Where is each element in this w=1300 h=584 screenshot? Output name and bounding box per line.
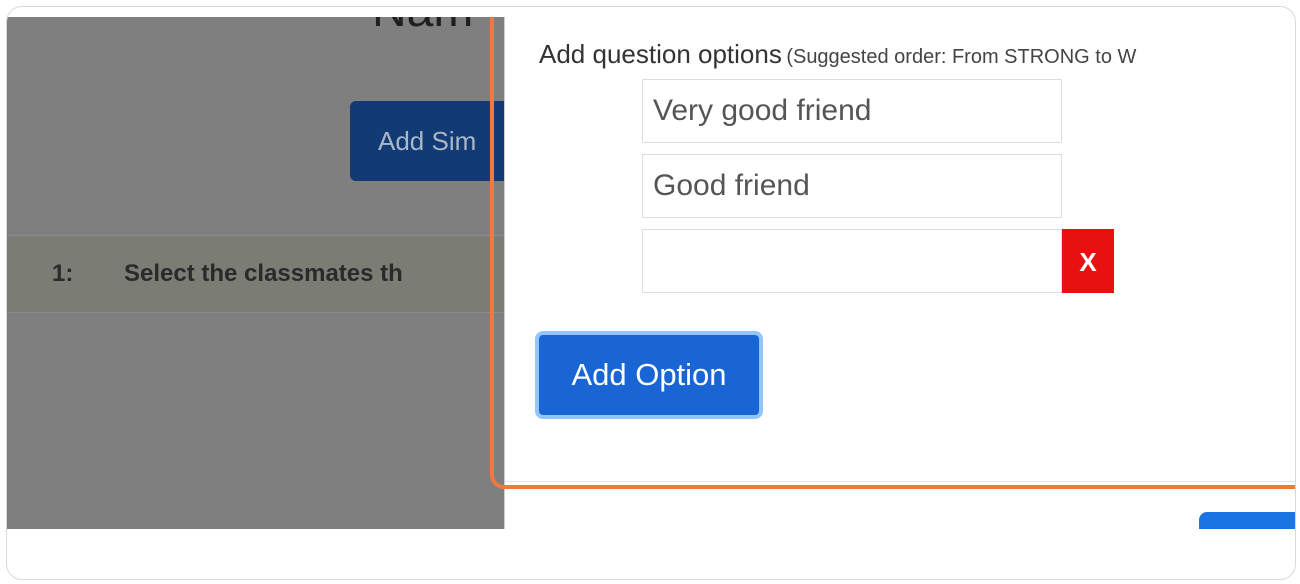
option-input-2[interactable]: [642, 154, 1062, 218]
option-input-3[interactable]: [642, 229, 1062, 293]
modal-footer-primary-button[interactable]: [1199, 512, 1295, 529]
question-number: 1:: [52, 260, 74, 287]
add-similar-button: Add Sim: [350, 101, 504, 181]
options-heading: Add question options (Suggested order: F…: [539, 39, 1136, 70]
options-heading-label: Add question options: [539, 39, 782, 69]
remove-option-button[interactable]: X: [1062, 229, 1114, 293]
browser-viewport: Nam Add Sim 1: Select the classmates th …: [7, 17, 1295, 529]
question-text: Select the classmates th: [124, 260, 403, 287]
option-input-1[interactable]: [642, 79, 1062, 143]
question-options-modal: Add question options (Suggested order: F…: [504, 17, 1295, 529]
add-option-button[interactable]: Add Option: [535, 331, 763, 419]
options-order-hint: (Suggested order: From STRONG to W: [786, 46, 1137, 68]
question-row: 1: Select the classmates th: [7, 235, 504, 313]
page-title: Nam: [372, 17, 473, 38]
dimmed-background-page: Nam Add Sim 1: Select the classmates th: [7, 17, 504, 529]
screenshot-frame: Nam Add Sim 1: Select the classmates th …: [6, 6, 1296, 580]
modal-footer-divider: [505, 481, 1295, 482]
